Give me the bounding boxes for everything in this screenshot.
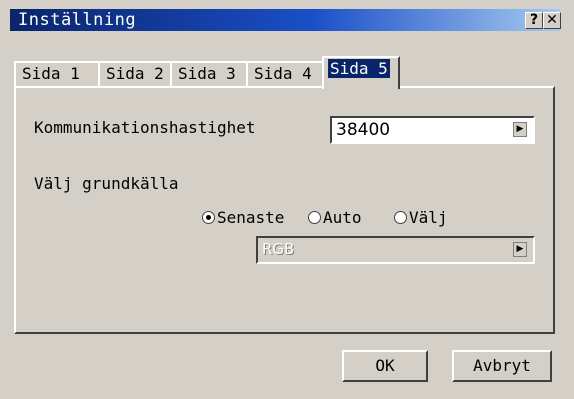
settings-panel: Kommunikationshastighet 38400 ▶ Välj gru… [14, 86, 555, 334]
radio-unchecked-icon[interactable] [308, 211, 321, 224]
tab-sida-5[interactable]: Sida 5 [322, 56, 400, 89]
radio-auto[interactable]: Auto [308, 208, 362, 227]
radio-checked-icon[interactable] [202, 211, 215, 224]
tab-sida-4[interactable]: Sida 4 [246, 61, 324, 86]
source-value: RGB [262, 240, 295, 258]
baud-rate-label: Kommunikationshastighet [34, 118, 256, 137]
settings-dialog: Inställning ? ✕ Sida 1 Sida 2 Sida 3 Sid… [0, 0, 574, 399]
cancel-button[interactable]: Avbryt [452, 350, 552, 382]
baud-rate-dropdown[interactable]: 38400 ▶ [330, 116, 535, 144]
source-dropdown: RGB ▶ [256, 236, 535, 264]
close-icon: ✕ [546, 12, 558, 28]
title-bar: Inställning ? ✕ [10, 9, 561, 31]
close-button[interactable]: ✕ [543, 12, 561, 29]
tab-sida-3[interactable]: Sida 3 [170, 61, 248, 86]
ok-button[interactable]: OK [342, 350, 428, 382]
window-title: Inställning [18, 10, 137, 30]
baud-rate-value: 38400 [336, 120, 391, 140]
radio-senaste[interactable]: Senaste [202, 208, 284, 227]
tab-sida-1[interactable]: Sida 1 [14, 61, 102, 86]
radio-unchecked-icon[interactable] [394, 211, 407, 224]
dropdown-arrow-icon[interactable]: ▶ [513, 122, 527, 137]
tab-sida-2[interactable]: Sida 2 [98, 61, 172, 86]
dropdown-arrow-icon: ▶ [513, 242, 527, 257]
help-button[interactable]: ? [525, 12, 543, 29]
default-source-label: Välj grundkälla [34, 174, 179, 193]
radio-valj[interactable]: Välj [394, 208, 448, 227]
